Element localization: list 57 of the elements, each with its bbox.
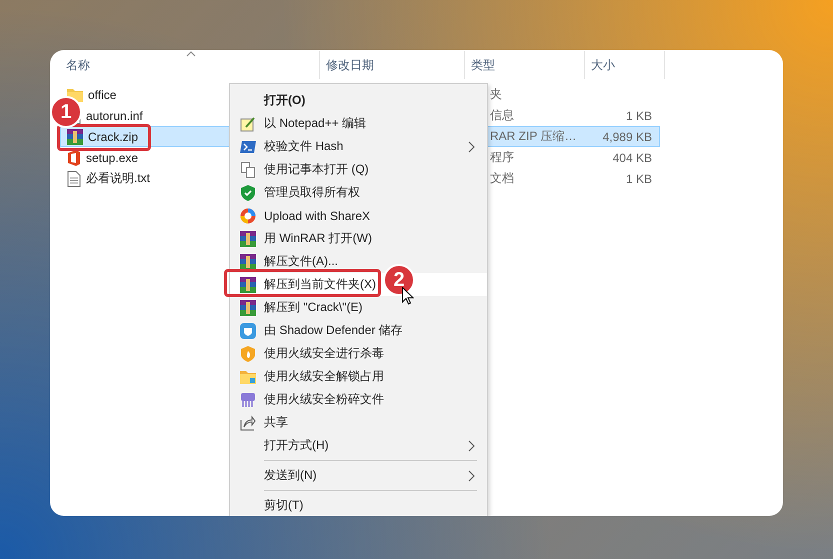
file-name[interactable]: Crack.zip bbox=[88, 130, 138, 144]
sort-caret-icon bbox=[186, 51, 196, 57]
shredder-icon bbox=[240, 392, 256, 408]
menu-item[interactable]: 共享 bbox=[230, 411, 487, 434]
file-details[interactable]: 文档 1 KB bbox=[488, 168, 660, 189]
column-header[interactable]: 名称 bbox=[50, 51, 320, 79]
menu-item[interactable]: 使用火绒安全进行杀毒 bbox=[230, 342, 487, 365]
terminal-icon bbox=[240, 140, 256, 154]
menu-item[interactable]: 解压到 "Crack\"(E) bbox=[230, 296, 487, 319]
menu-item[interactable]: 管理员取得所有权 bbox=[230, 181, 487, 204]
file-details[interactable]: 程序 404 KB bbox=[488, 147, 660, 168]
text-file-icon bbox=[67, 170, 81, 186]
menu-item[interactable]: 打开(O) bbox=[230, 89, 487, 112]
file-size: 4,989 KB bbox=[602, 130, 652, 144]
file-type: 夹 bbox=[489, 87, 502, 101]
file-size: 404 KB bbox=[612, 150, 652, 164]
folder-icon bbox=[240, 370, 256, 384]
flame-icon bbox=[241, 346, 255, 362]
archive-icon bbox=[240, 254, 256, 270]
menu-item[interactable]: 以 Notepad++ 编辑 bbox=[230, 112, 487, 135]
file-type: 程序 bbox=[489, 150, 514, 164]
file-name[interactable]: 必看说明.txt bbox=[86, 170, 150, 187]
shield-icon bbox=[241, 184, 255, 200]
document-icon bbox=[241, 162, 255, 178]
column-header[interactable]: 修改日期 bbox=[320, 51, 465, 79]
archive-icon bbox=[240, 276, 256, 292]
file-size: 1 KB bbox=[626, 172, 652, 186]
archive-icon bbox=[240, 300, 256, 316]
archive-icon bbox=[240, 230, 256, 246]
menu-item[interactable]: 使用火绒安全解锁占用 bbox=[230, 365, 487, 388]
step-badge: 1 bbox=[50, 96, 82, 128]
file-name[interactable]: autorun.inf bbox=[86, 108, 143, 122]
file-type: 信息 bbox=[489, 108, 514, 122]
mouse-cursor-icon bbox=[402, 287, 414, 305]
file-type: RAR ZIP 压缩… bbox=[489, 129, 576, 143]
menu-item[interactable]: 由 Shadow Defender 储存 bbox=[230, 319, 487, 342]
menu-item[interactable]: 使用火绒安全粉碎文件 bbox=[230, 388, 487, 411]
archive-icon bbox=[67, 128, 83, 144]
notepad-icon bbox=[240, 116, 256, 132]
file-details[interactable]: RAR ZIP 压缩… 4,989 KB bbox=[488, 126, 660, 147]
file-size: 1 KB bbox=[626, 108, 652, 122]
file-row[interactable]: Crack.zip bbox=[60, 126, 229, 147]
column-header[interactable]: 类型 bbox=[465, 51, 585, 79]
menu-item[interactable]: 校验文件 Hash bbox=[230, 135, 487, 158]
share-icon bbox=[240, 414, 256, 430]
file-details[interactable]: 夹 bbox=[488, 84, 660, 105]
menu-item[interactable]: Upload with ShareX bbox=[230, 204, 487, 227]
file-name[interactable]: office bbox=[88, 88, 116, 102]
menu-item[interactable]: 打开方式(H) bbox=[230, 434, 487, 457]
menu-item[interactable]: 用 WinRAR 打开(W) bbox=[230, 227, 487, 250]
file-type: 文档 bbox=[489, 171, 514, 185]
file-details[interactable]: 信息 1 KB bbox=[488, 105, 660, 126]
menu-item[interactable]: 发送到(N) bbox=[230, 464, 487, 487]
file-name[interactable]: setup.exe bbox=[86, 150, 138, 164]
menu-item[interactable]: 使用记事本打开 (Q) bbox=[230, 158, 487, 181]
menu-item[interactable]: 剪切(T) bbox=[230, 494, 487, 516]
column-header[interactable]: 大小 bbox=[585, 51, 665, 79]
